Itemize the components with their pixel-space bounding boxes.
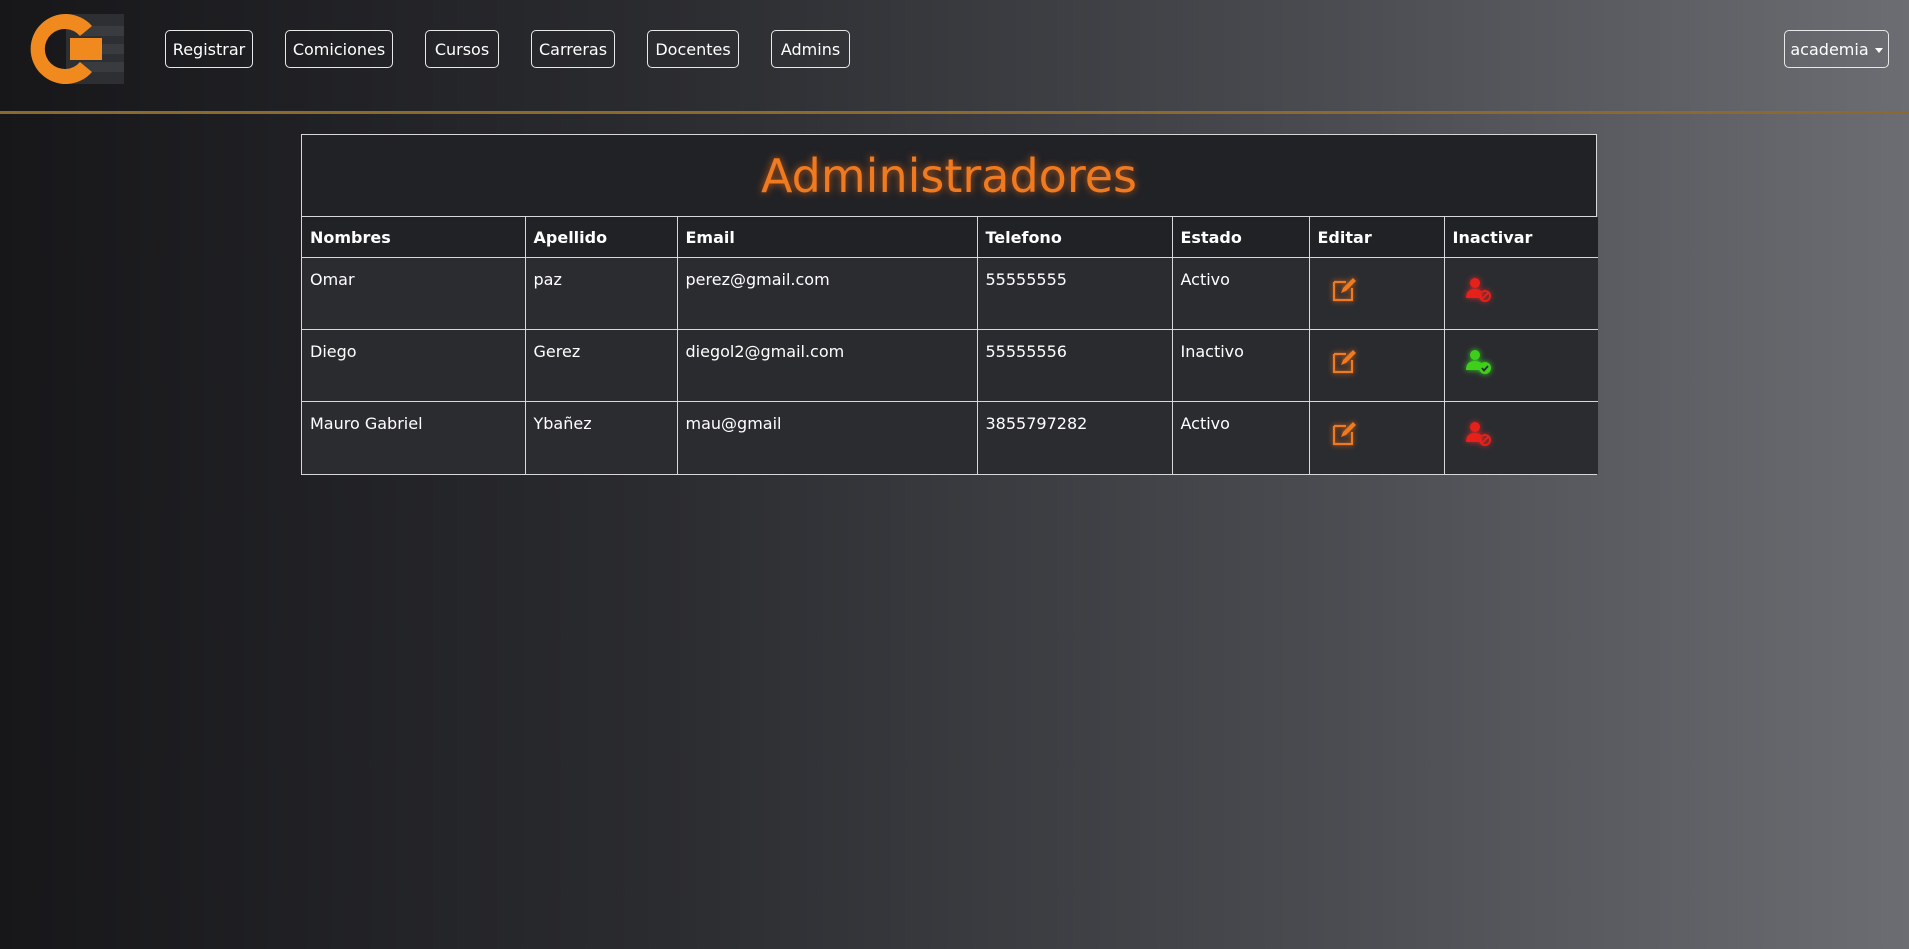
nav-comiciones-button[interactable]: Comiciones <box>285 30 393 68</box>
user-block-icon[interactable] <box>1465 420 1493 452</box>
cell-telefono: 3855797282 <box>976 401 1173 474</box>
cell-inactivar <box>1443 257 1598 330</box>
nav-registrar-button[interactable]: Registrar <box>165 30 253 68</box>
column-header-apellido: Apellido <box>524 217 678 258</box>
cell-nombres: Diego <box>302 329 526 402</box>
cell-telefono: 55555556 <box>976 329 1173 402</box>
user-check-icon[interactable] <box>1465 348 1493 380</box>
logo[interactable] <box>22 12 126 86</box>
table-row: Diego Gerez diegol2@gmail.com 55555556 I… <box>302 329 1598 402</box>
column-header-editar: Editar <box>1308 217 1445 258</box>
table-header-row: Nombres Apellido Email Telefono Estado E… <box>302 217 1598 258</box>
user-menu-label: academia <box>1790 39 1869 59</box>
cell-apellido: paz <box>524 257 678 330</box>
edit-icon[interactable] <box>1330 420 1358 452</box>
user-menu-dropdown[interactable]: academia <box>1784 30 1889 68</box>
cell-nombres: Omar <box>302 257 526 330</box>
column-header-nombres: Nombres <box>302 217 526 258</box>
cell-email: perez@gmail.com <box>676 257 978 330</box>
cell-inactivar <box>1443 401 1598 474</box>
chevron-down-icon <box>1874 47 1883 53</box>
nav-docentes-button[interactable]: Docentes <box>647 30 739 68</box>
cell-estado: Inactivo <box>1171 329 1310 402</box>
cell-email: mau@gmail <box>676 401 978 474</box>
cell-estado: Activo <box>1171 401 1310 474</box>
cell-estado: Activo <box>1171 257 1310 330</box>
page-title: Administradores <box>302 135 1596 217</box>
cell-apellido: Ybañez <box>524 401 678 474</box>
navbar: Registrar Comiciones Cursos Carreras Doc… <box>0 0 1909 114</box>
cell-editar <box>1308 257 1445 330</box>
cell-editar <box>1308 401 1445 474</box>
admins-table-panel: Administradores Nombres Apellido Email T… <box>301 134 1598 475</box>
table-row: Mauro Gabriel Ybañez mau@gmail 385579728… <box>302 401 1598 474</box>
edit-icon[interactable] <box>1330 348 1358 380</box>
nav-carreras-button[interactable]: Carreras <box>531 30 615 68</box>
admins-table: Nombres Apellido Email Telefono Estado E… <box>302 217 1598 474</box>
cell-editar <box>1308 329 1445 402</box>
cell-apellido: Gerez <box>524 329 678 402</box>
nav-cursos-button[interactable]: Cursos <box>425 30 499 68</box>
cell-email: diegol2@gmail.com <box>676 329 978 402</box>
cell-inactivar <box>1443 329 1598 402</box>
edit-icon[interactable] <box>1330 276 1358 308</box>
column-header-telefono: Telefono <box>976 217 1173 258</box>
cell-nombres: Mauro Gabriel <box>302 401 526 474</box>
cell-telefono: 55555555 <box>976 257 1173 330</box>
nav-admins-button[interactable]: Admins <box>771 30 850 68</box>
user-block-icon[interactable] <box>1465 276 1493 308</box>
column-header-email: Email <box>676 217 978 258</box>
table-row: Omar paz perez@gmail.com 55555555 Activo <box>302 257 1598 330</box>
column-header-inactivar: Inactivar <box>1443 217 1598 258</box>
column-header-estado: Estado <box>1171 217 1310 258</box>
